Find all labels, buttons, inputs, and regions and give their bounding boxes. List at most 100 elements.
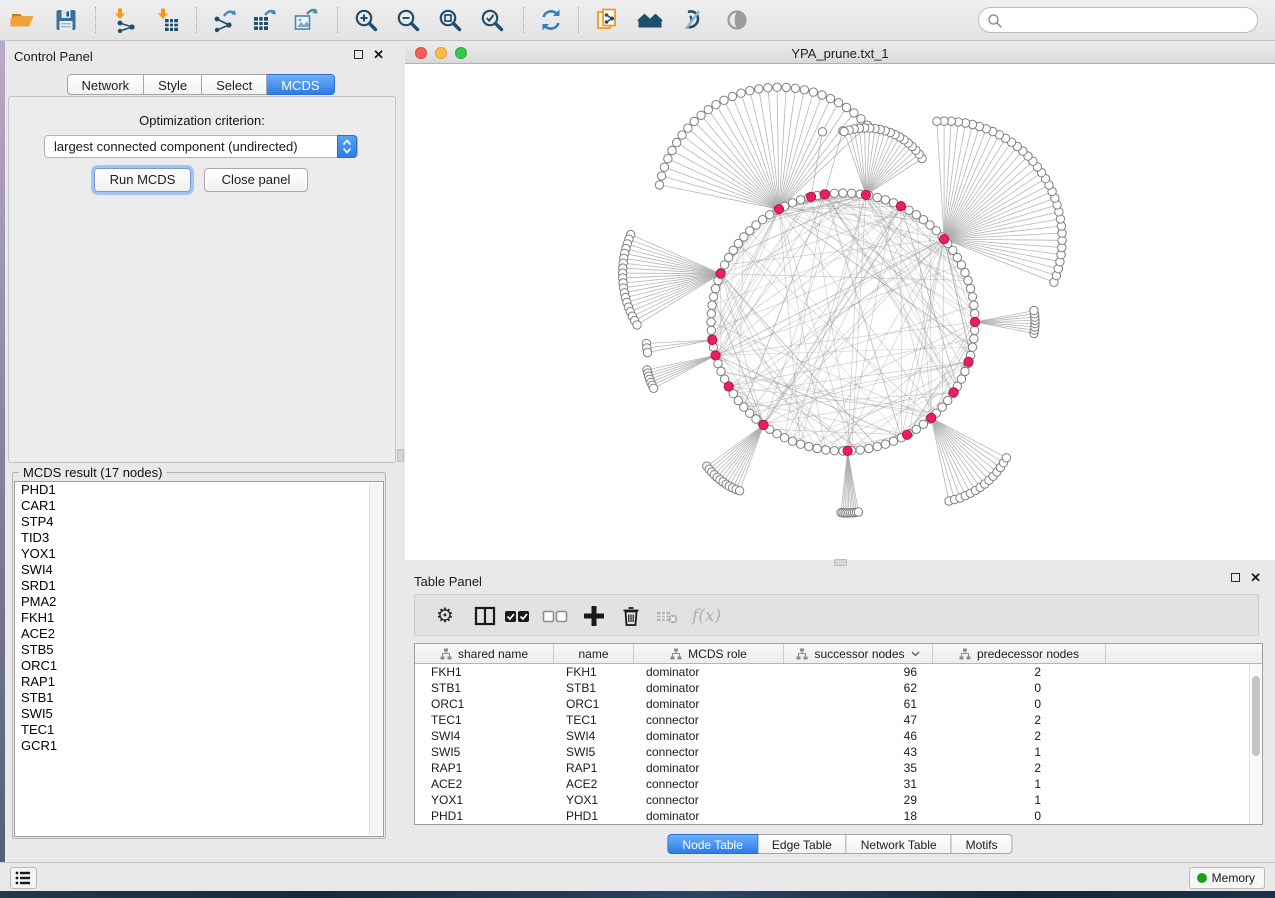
mcds-result-item[interactable]: STP4	[15, 514, 383, 530]
column-header-successor-nodes[interactable]: successor nodes	[784, 644, 933, 663]
float-panel-icon[interactable]	[354, 50, 363, 59]
network-node[interactable]	[957, 375, 965, 383]
table-row[interactable]: YOX1YOX1connector291	[415, 792, 1262, 808]
mcds-hub-node[interactable]	[774, 205, 783, 214]
network-node[interactable]	[728, 92, 736, 100]
function-builder-icon[interactable]: f(x)	[692, 603, 726, 629]
mcds-hub-node[interactable]	[896, 202, 905, 211]
column-header-shared-name[interactable]: shared name	[415, 644, 554, 663]
share-network-document-icon[interactable]	[594, 7, 620, 33]
mcds-hub-node[interactable]	[708, 335, 717, 344]
zoom-fit-icon[interactable]	[437, 7, 463, 33]
network-node[interactable]	[847, 189, 855, 197]
network-node[interactable]	[830, 447, 838, 455]
mcds-hub-node[interactable]	[970, 317, 979, 326]
network-node[interactable]	[657, 172, 665, 180]
network-node[interactable]	[842, 103, 850, 111]
network-node[interactable]	[854, 508, 862, 516]
network-node[interactable]	[865, 444, 873, 452]
network-node[interactable]	[633, 321, 641, 329]
tab-network-table[interactable]: Network Table	[847, 834, 952, 854]
mcds-result-item[interactable]: TID3	[15, 530, 383, 546]
zoom-selected-icon[interactable]	[479, 7, 505, 33]
horizontal-splitter-handle[interactable]	[834, 559, 847, 566]
network-node[interactable]	[791, 84, 799, 92]
delete-table-icon[interactable]	[654, 603, 680, 629]
network-node[interactable]	[735, 487, 743, 495]
network-node[interactable]	[796, 440, 804, 448]
refresh-layout-icon[interactable]	[538, 7, 564, 33]
minimize-window-icon[interactable]	[435, 47, 447, 59]
network-node[interactable]	[1002, 454, 1010, 462]
network-node[interactable]	[720, 96, 728, 104]
hide-details-icon[interactable]	[679, 7, 705, 33]
import-table-icon[interactable]	[155, 7, 181, 33]
network-node[interactable]	[788, 437, 796, 445]
network-node[interactable]	[673, 138, 681, 146]
mcds-hub-node[interactable]	[711, 351, 720, 360]
mcds-result-item[interactable]: PMA2	[15, 594, 383, 610]
close-panel-icon[interactable]: ✕	[373, 49, 384, 60]
column-header-mcds-role[interactable]: MCDS role	[634, 644, 784, 663]
network-node[interactable]	[684, 124, 692, 132]
mcds-hub-node[interactable]	[843, 446, 852, 455]
close-panel-icon[interactable]: ✕	[1250, 572, 1261, 583]
network-node[interactable]	[788, 199, 796, 207]
close-window-icon[interactable]	[415, 47, 427, 59]
mcds-hub-node[interactable]	[927, 413, 936, 422]
mcds-result-item[interactable]: RAP1	[15, 674, 383, 690]
mcds-result-item[interactable]: FKH1	[15, 610, 383, 626]
tab-motifs[interactable]: Motifs	[952, 834, 1013, 854]
zoom-in-icon[interactable]	[353, 7, 379, 33]
export-image-icon[interactable]	[293, 7, 319, 33]
network-node[interactable]	[643, 348, 651, 356]
table-row[interactable]: STB1STB1dominator620	[415, 680, 1262, 696]
mcds-hub-node[interactable]	[807, 192, 816, 201]
network-node[interactable]	[782, 83, 790, 91]
network-node[interactable]	[840, 127, 848, 135]
network-node[interactable]	[968, 343, 976, 351]
network-node[interactable]	[961, 268, 969, 276]
column-header-name[interactable]: name	[554, 644, 634, 663]
status-menu-button[interactable]	[10, 867, 37, 889]
network-node[interactable]	[717, 367, 725, 375]
network-node[interactable]	[830, 189, 838, 197]
mcds-result-item[interactable]: PHD1	[15, 482, 383, 498]
table-row[interactable]: TEC1TEC1connector472	[415, 712, 1262, 728]
network-node[interactable]	[905, 206, 913, 214]
vertical-splitter[interactable]	[396, 41, 405, 862]
mcds-hub-node[interactable]	[716, 269, 725, 278]
network-node[interactable]	[933, 117, 941, 125]
network-node[interactable]	[712, 101, 720, 109]
save-session-icon[interactable]	[53, 7, 79, 33]
export-network-icon[interactable]	[212, 7, 238, 33]
network-node[interactable]	[873, 442, 881, 450]
network-node[interactable]	[704, 106, 712, 114]
mcds-result-item[interactable]: GCR1	[15, 738, 383, 754]
mcds-result-item[interactable]: SWI5	[15, 706, 383, 722]
select-all-checkboxes-icon[interactable]	[504, 603, 530, 629]
mcds-list-scrollbar[interactable]	[369, 483, 382, 835]
mcds-result-item[interactable]: YOX1	[15, 546, 383, 562]
table-row[interactable]: PHD1PHD1dominator180	[415, 808, 1262, 824]
delete-column-icon[interactable]	[618, 603, 644, 629]
network-node[interactable]	[720, 261, 728, 269]
network-node[interactable]	[818, 91, 826, 99]
mcds-result-item[interactable]: STB1	[15, 690, 383, 706]
table-row[interactable]: FKH1FKH1dominator962	[415, 664, 1262, 680]
tab-edge-table[interactable]: Edge Table	[758, 834, 847, 854]
network-node[interactable]	[697, 111, 705, 119]
table-scrollbar-thumb[interactable]	[1252, 676, 1260, 756]
run-mcds-button[interactable]: Run MCDS	[94, 168, 191, 192]
mcds-result-item[interactable]: CAR1	[15, 498, 383, 514]
add-column-icon[interactable]	[581, 603, 607, 629]
mcds-result-item[interactable]: SRD1	[15, 578, 383, 594]
network-node[interactable]	[707, 309, 715, 317]
network-node[interactable]	[873, 193, 881, 201]
network-node[interactable]	[655, 181, 663, 189]
column-header-predecessor-nodes[interactable]: predecessor nodes	[933, 644, 1106, 663]
network-node[interactable]	[889, 437, 897, 445]
network-node[interactable]	[971, 326, 979, 334]
show-columns-icon[interactable]	[472, 603, 498, 629]
network-node[interactable]	[707, 318, 715, 326]
